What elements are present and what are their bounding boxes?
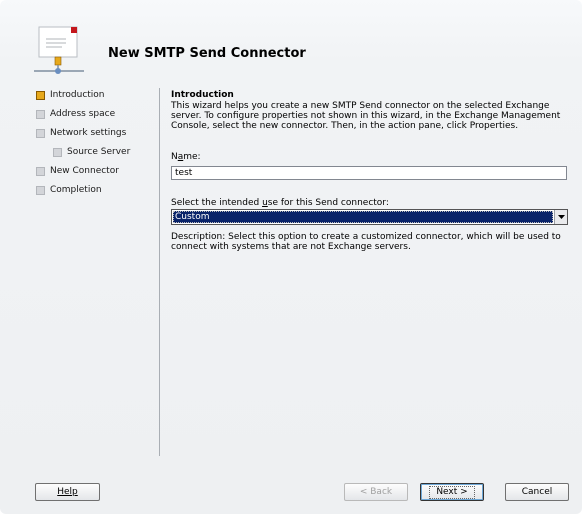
chevron-down-icon[interactable] <box>554 210 567 224</box>
next-button-label: Next > <box>429 486 475 499</box>
name-label: Name: <box>171 152 201 162</box>
intended-use-label: Select the intended use for this Send co… <box>171 198 389 208</box>
help-button-label: Help <box>57 487 78 497</box>
nav-step-label: Address space <box>50 109 116 119</box>
intended-use-selected-value: Custom <box>173 211 553 223</box>
step-icon <box>36 129 45 138</box>
name-field[interactable]: test <box>171 166 567 180</box>
cancel-button-label: Cancel <box>521 487 553 497</box>
back-button[interactable]: < Back <box>344 483 408 501</box>
nav-divider <box>159 88 160 456</box>
step-icon <box>36 186 45 195</box>
step-icon <box>53 148 62 157</box>
step-icon <box>36 110 45 119</box>
nav-step-label: Source Server <box>67 147 131 157</box>
nav-step-label: Introduction <box>50 90 105 100</box>
next-button[interactable]: Next > <box>420 483 484 501</box>
intro-text: This wizard helps you create a new SMTP … <box>171 101 561 131</box>
send-connector-wizard-icon <box>34 25 90 81</box>
intended-use-description: Description: Select this option to creat… <box>171 232 561 252</box>
step-icon <box>36 167 45 176</box>
nav-step-label: Network settings <box>50 128 127 138</box>
wizard-title: New SMTP Send Connector <box>108 46 306 61</box>
active-step-icon <box>36 91 45 100</box>
help-button[interactable]: Help <box>35 483 100 501</box>
nav-step-label: Completion <box>50 185 102 195</box>
cancel-button[interactable]: Cancel <box>505 483 569 501</box>
intended-use-select[interactable]: Custom <box>171 209 568 225</box>
back-button-label: < Back <box>359 487 393 497</box>
nav-step-label: New Connector <box>50 166 119 176</box>
section-title: Introduction <box>171 90 234 100</box>
wizard-dialog: New SMTP Send Connector Introduction Add… <box>0 0 582 514</box>
